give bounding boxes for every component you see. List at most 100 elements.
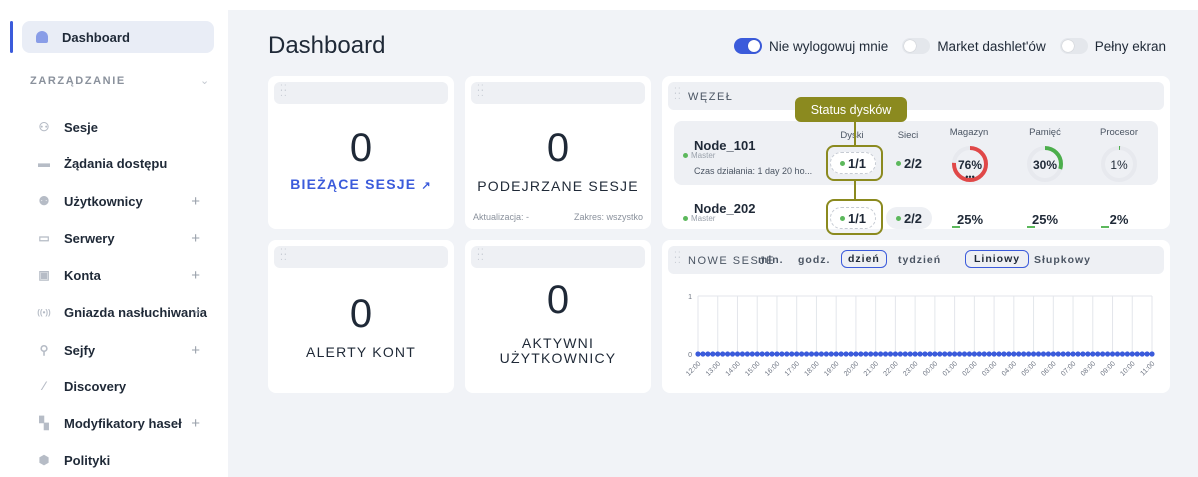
sidebar-item-modyfikatory-haseł[interactable]: ▚ Modyfikatory haseł + bbox=[22, 408, 214, 438]
data-point bbox=[1139, 351, 1145, 357]
discovery-icon: ⁄ bbox=[42, 379, 45, 393]
data-point bbox=[1129, 351, 1135, 357]
range-option-day[interactable]: dzień bbox=[841, 250, 887, 268]
data-point bbox=[853, 351, 859, 357]
widget-account-alerts: ⁚⁚ ⁚⁚ 0 ALERTY KONT bbox=[268, 240, 454, 393]
sessions-chart: 1 012:00 13:00 14:00 15:00 16:00 17:00 18:00 19:… bbox=[685, 294, 1156, 378]
highlight-connector bbox=[854, 122, 856, 145]
toggle-fullscreen[interactable]: Pełny ekran bbox=[1059, 38, 1166, 54]
sidebar-item-label: Sejfy bbox=[64, 342, 96, 358]
toggle-dashlet-market[interactable]: Market dashlet'ów bbox=[902, 38, 1046, 54]
add-icon[interactable]: + bbox=[191, 267, 200, 284]
sidebar-item-gniazda-nasłuchiwania[interactable]: ((•)) Gniazda nasłuchiwania + bbox=[22, 297, 214, 327]
page-title: Dashboard bbox=[268, 32, 386, 59]
widget-drag-handle[interactable]: ⁚⁚ ⁚⁚ bbox=[274, 246, 448, 268]
data-point bbox=[1016, 351, 1022, 357]
add-icon[interactable]: + bbox=[191, 193, 200, 210]
data-point bbox=[759, 351, 765, 357]
x-tick-label: 09:00 bbox=[1100, 360, 1117, 377]
sidebar-item-żądania-dostępu[interactable]: ▬ Żądania dostępu bbox=[22, 148, 214, 178]
status-dot bbox=[895, 160, 901, 166]
grip-icon: ⁚⁚ ⁚⁚ bbox=[280, 83, 288, 98]
widget-drag-handle[interactable]: ⁚⁚ ⁚⁚ WĘZEŁ bbox=[668, 82, 1164, 110]
sidebar-item-dashboard[interactable]: Dashboard bbox=[22, 21, 214, 53]
data-point bbox=[799, 351, 805, 357]
sidebar-item-discovery[interactable]: ⁄ Discovery bbox=[22, 371, 214, 401]
widget-drag-handle[interactable]: ⁚⁚ ⁚⁚ bbox=[471, 246, 645, 268]
data-point bbox=[1055, 351, 1061, 357]
data-point bbox=[803, 351, 810, 357]
data-point bbox=[927, 351, 933, 357]
widget-drag-handle[interactable]: ⁚⁚ ⁚⁚ bbox=[471, 82, 645, 104]
data-point bbox=[1026, 351, 1032, 357]
range-option-hour[interactable]: godz. bbox=[798, 254, 830, 266]
add-icon[interactable]: + bbox=[191, 230, 200, 247]
sidebar-item-polityki[interactable]: ⬢ Polityki bbox=[22, 445, 214, 475]
range-option-min[interactable]: min. bbox=[758, 254, 784, 266]
data-point bbox=[897, 351, 903, 357]
x-tick-label: 16:00 bbox=[764, 360, 781, 377]
toggle-switch[interactable] bbox=[734, 38, 762, 54]
data-point bbox=[769, 351, 775, 357]
data-point bbox=[848, 351, 854, 357]
data-point bbox=[863, 351, 869, 357]
col-networks: Sieci bbox=[897, 130, 919, 141]
x-tick-label: 04:00 bbox=[1001, 360, 1018, 377]
data-point bbox=[1104, 351, 1111, 357]
data-point bbox=[1109, 351, 1116, 357]
cpu-value: 1% bbox=[1110, 158, 1128, 172]
sidebar-item-użytkownicy[interactable]: ⚉ Użytkownicy + bbox=[22, 186, 214, 216]
data-point bbox=[1006, 351, 1012, 357]
sidebar-item-sejfy[interactable]: ⚲ Sejfy + bbox=[22, 335, 214, 365]
data-point bbox=[725, 351, 731, 357]
data-point bbox=[695, 351, 701, 357]
data-point bbox=[877, 351, 884, 357]
memory-value: 25% bbox=[1031, 212, 1059, 227]
toggle-switch[interactable] bbox=[1059, 38, 1088, 54]
data-point bbox=[744, 351, 750, 357]
safes-icon: ⚲ bbox=[39, 343, 49, 357]
toggle-switch[interactable] bbox=[902, 38, 931, 54]
widget-value: 0 bbox=[349, 292, 373, 336]
sidebar-item-sesje[interactable]: ⚇ Sesje bbox=[22, 112, 214, 142]
sidebar-item-label: Modyfikatory haseł bbox=[64, 415, 182, 431]
chevron-down-icon[interactable]: ⌄ bbox=[200, 74, 209, 87]
x-tick-label: 14:00 bbox=[725, 360, 742, 377]
add-icon[interactable]: + bbox=[191, 415, 200, 432]
data-point bbox=[774, 351, 780, 357]
chart-type-line[interactable]: Liniowy bbox=[965, 250, 1030, 268]
data-point bbox=[996, 351, 1002, 357]
x-tick-label: 06:00 bbox=[1040, 360, 1057, 377]
external-link-icon: ↗ bbox=[421, 180, 432, 192]
widget-drag-handle[interactable]: ⁚⁚ ⁚⁚ bbox=[274, 82, 448, 104]
data-point bbox=[966, 351, 973, 357]
data-point bbox=[937, 351, 943, 357]
sidebar-item-label: Serwery bbox=[64, 230, 115, 246]
networks-pill[interactable]: 2/2 bbox=[886, 207, 932, 229]
data-point bbox=[720, 351, 726, 357]
data-point bbox=[942, 351, 948, 357]
networks-pill[interactable]: 2/2 bbox=[886, 152, 932, 174]
sidebar-item-konta[interactable]: ▣ Konta + bbox=[22, 260, 214, 290]
range-option-week[interactable]: tydzień bbox=[898, 254, 941, 266]
data-point bbox=[1011, 351, 1017, 357]
chart-type-bar[interactable]: Słupkowy bbox=[1034, 254, 1091, 266]
x-tick-label: 12:00 bbox=[685, 360, 702, 377]
data-point bbox=[843, 351, 849, 357]
x-tick-label: 02:00 bbox=[961, 360, 978, 377]
memory-value: 30% bbox=[1032, 158, 1058, 172]
disk-status-highlight-2 bbox=[826, 199, 883, 235]
node-role: Master bbox=[683, 214, 715, 223]
data-point bbox=[705, 351, 711, 357]
data-point bbox=[917, 351, 923, 357]
data-point bbox=[868, 351, 874, 357]
x-tick-label: 19:00 bbox=[823, 360, 840, 377]
add-icon[interactable]: + bbox=[193, 304, 202, 321]
data-point bbox=[818, 351, 824, 357]
toggle-stay-logged-in[interactable]: Nie wylogowuj mnie bbox=[734, 38, 888, 54]
add-icon[interactable]: + bbox=[191, 342, 200, 359]
sidebar-item-serwery[interactable]: ▭ Serwery + bbox=[22, 223, 214, 253]
current-sessions-link[interactable]: BIEŻĄCE SESJE ↗ bbox=[268, 176, 454, 192]
data-point bbox=[764, 351, 770, 357]
sidebar-item-label: Dashboard bbox=[62, 30, 130, 45]
